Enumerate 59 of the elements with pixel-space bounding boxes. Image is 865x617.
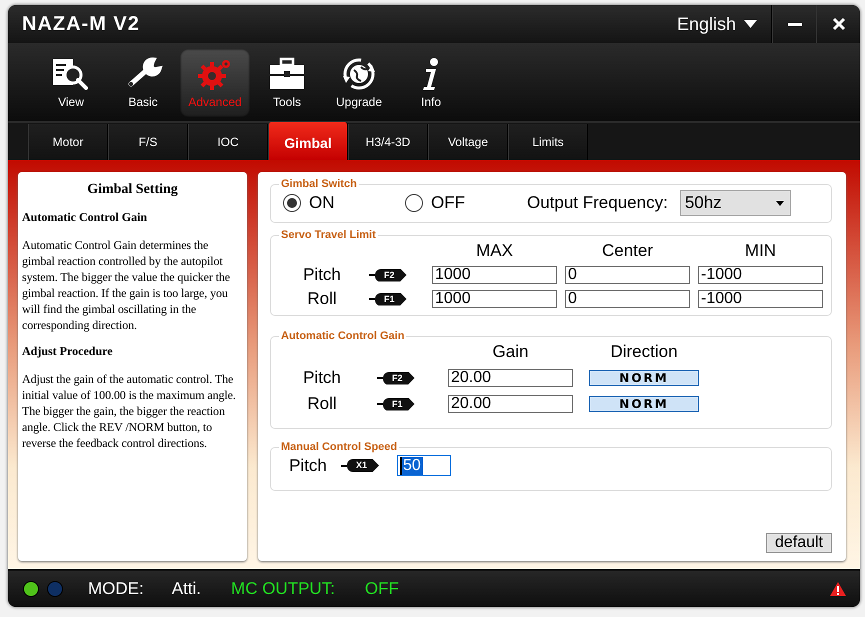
minimize-icon [788,22,802,26]
direction-button[interactable]: NORM [589,396,699,412]
help-heading: Automatic Control Gain [22,210,148,225]
input-field[interactable]: -1000 [698,266,823,284]
caret-icon [776,200,784,206]
column-header: Center [600,241,654,261]
column-header: MAX [475,241,514,261]
toolbar-button[interactable]: Info [396,49,466,117]
section-tab[interactable]: IOC [188,124,268,160]
input-field[interactable]: 50 [397,455,451,476]
caret-icon [744,20,757,28]
section-tab[interactable]: Gimbal [268,122,348,160]
output-value: OFF [364,579,399,599]
mode-label: MODE: [88,579,144,599]
section-tab[interactable]: Voltage [428,124,508,160]
group-title: Manual Control Speed [280,441,398,453]
toolbar-button[interactable]: Upgrade [324,49,394,117]
group-title: Gimbal Switch [280,178,358,190]
default-button[interactable]: default [766,533,832,553]
direction-button[interactable]: NORM [589,370,699,386]
group-title: Servo Travel Limit [280,229,377,241]
input-field[interactable]: 20.00 [448,395,573,413]
output-label: MC OUTPUT: [231,579,335,599]
column-header: Gain [492,342,530,362]
frequency-dropdown[interactable]: 50hz [680,190,791,216]
help-text: Automatic Control Gain determines the gimbal reaction controlled by the autopilot system. The bigger the value the quicker the gimbal reaction. If the gain is too large, you will find the gimbal oscillating in the corresponding direction. [22,237,231,333]
input-field[interactable]: 1000 [432,290,557,308]
section-tab[interactable]: H3/4-3D [348,124,428,160]
radio-option[interactable]: ON [283,193,405,213]
group-title: Automatic Control Gain [280,330,406,342]
warning-icon [830,582,846,596]
help-title: Gimbal Setting [86,182,179,198]
toolbar-button[interactable]: Basic [108,49,178,117]
row-label: Pitch [302,265,342,285]
row-label: Roll [306,289,338,309]
section-tab[interactable]: F/S [108,124,188,160]
input-field[interactable]: 1000 [432,266,557,284]
help-heading: Adjust Procedure [22,344,114,359]
toolbox-icon [267,57,307,91]
input-field[interactable]: 0 [565,266,690,284]
close-icon [832,17,846,31]
help-text: Adjust the gain of the automatic control. The initial value of 100.00 is the maximum angle. The bigger the gain, the bigger the reaction angle. Click the REV /NORM button, to reverse the feedback control directions. [22,371,237,451]
section-tab[interactable]: Motor [28,124,108,160]
toolbar-button[interactable]: Tools [252,49,322,117]
input-field[interactable]: 0 [565,290,690,308]
row-label: Roll [306,394,338,414]
toolbar-button[interactable]: View [36,49,106,117]
radio-option[interactable]: OFF [405,193,527,213]
row-label: Pitch [302,368,342,388]
section-tab[interactable]: Limits [508,124,588,160]
app-title: NAZA-M V2 [22,12,141,36]
input-field[interactable]: -1000 [698,290,823,308]
input-field[interactable]: 20.00 [448,369,573,387]
mode-value: Atti. [172,579,202,599]
document-magnifier-icon [51,57,91,91]
field-label: Output Frequency: [527,193,668,213]
column-header: Direction [609,342,679,362]
column-header: MIN [744,241,778,261]
row-label: Pitch [288,456,328,476]
